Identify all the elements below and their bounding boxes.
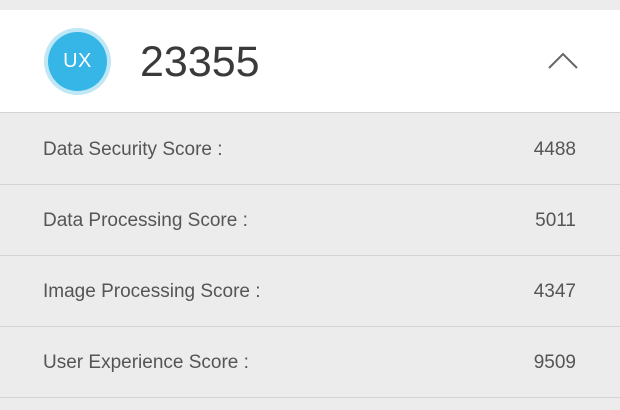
- top-divider: [0, 0, 620, 10]
- list-item-image-processing: Image Processing Score : 4347: [0, 256, 620, 327]
- row-value: 4488: [533, 139, 576, 160]
- score-card-header[interactable]: UX 23355: [0, 10, 620, 113]
- row-label: User Experience Score :: [43, 352, 249, 373]
- row-label: Data Security Score :: [43, 139, 223, 160]
- row-label: Image Processing Score :: [43, 281, 261, 302]
- row-value: 4347: [533, 281, 576, 302]
- total-score: 23355: [140, 38, 260, 86]
- list-item-user-experience: User Experience Score : 9509: [0, 327, 620, 398]
- score-breakdown-list: Data Security Score : 4488 Data Processi…: [0, 114, 620, 398]
- ux-badge: UX: [44, 28, 111, 95]
- ux-badge-label: UX: [48, 32, 107, 91]
- row-value: 9509: [533, 352, 576, 373]
- row-label: Data Processing Score :: [43, 210, 248, 231]
- list-item-data-processing: Data Processing Score : 5011: [0, 185, 620, 256]
- chevron-up-icon[interactable]: [546, 50, 580, 72]
- list-item-data-security: Data Security Score : 4488: [0, 114, 620, 185]
- row-value: 5011: [535, 210, 576, 231]
